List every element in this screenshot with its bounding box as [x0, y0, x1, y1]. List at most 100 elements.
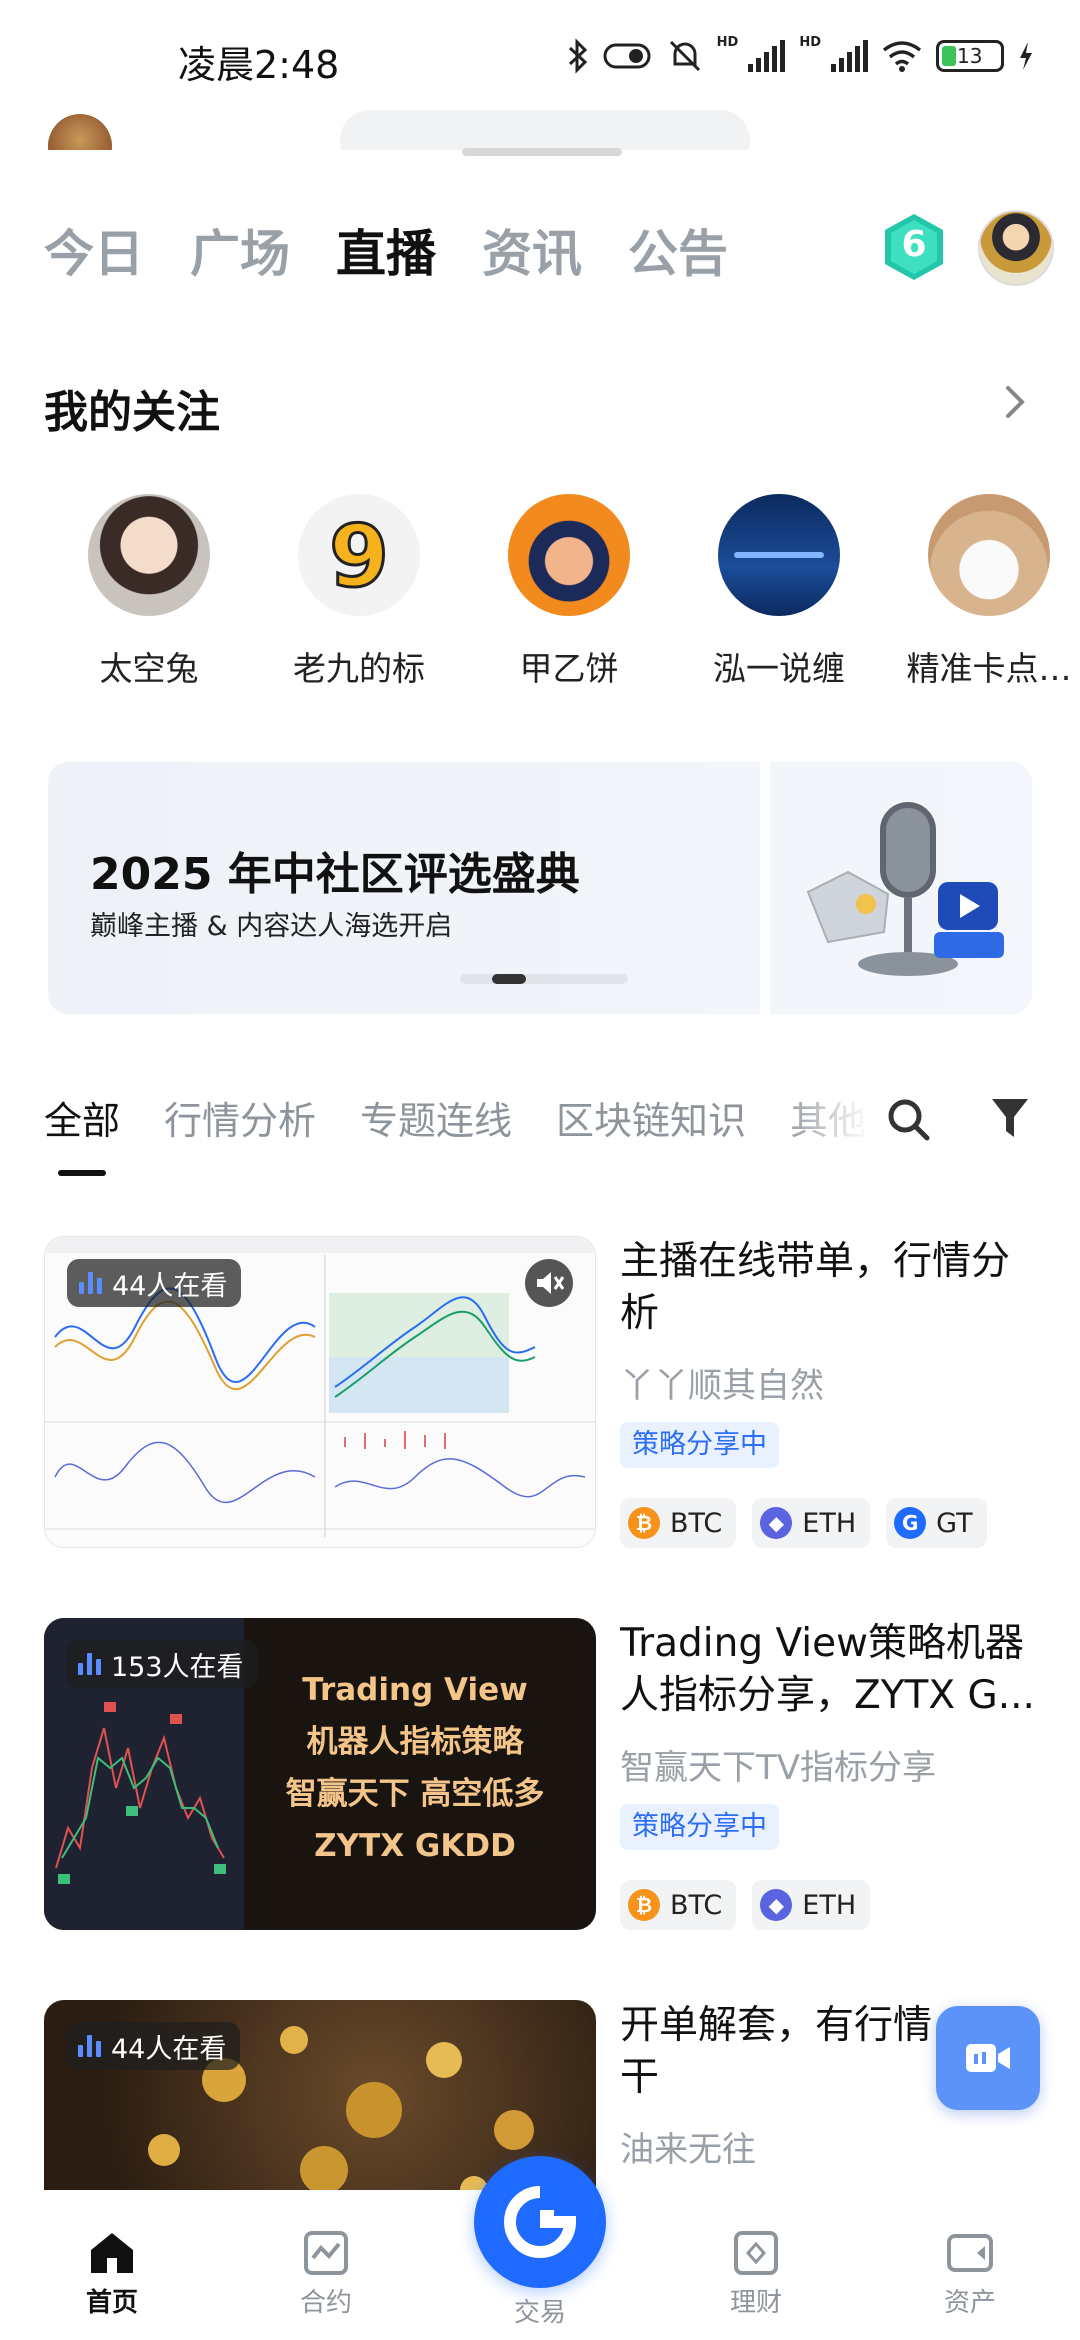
signal-icon-1: [748, 40, 786, 72]
charging-icon: [1020, 42, 1032, 70]
banner-subtitle: 巅峰主播 & 内容达人海选开启: [90, 911, 453, 942]
bluetooth-icon: [568, 38, 587, 74]
nav-home[interactable]: 首页: [42, 2230, 182, 2319]
nav-assets-label: 资产: [943, 2288, 996, 2318]
tab-live[interactable]: 直播: [336, 214, 436, 286]
coin-tag-eth[interactable]: ◆ ETH: [752, 1880, 871, 1930]
coin-tags: ₿ BTC ◆ ETH: [620, 1880, 871, 1930]
sheet-drag-handle[interactable]: [462, 148, 622, 156]
top-tabs: 今日 广场 直播 资讯 公告: [44, 214, 728, 286]
category-tab-all[interactable]: 全部: [44, 1090, 120, 1145]
number-nine-logo-icon: 9: [328, 510, 391, 600]
following-user-name: 甲乙饼: [519, 649, 619, 688]
nav-assets[interactable]: 资产: [900, 2230, 1040, 2319]
tab-square[interactable]: 广场: [190, 214, 290, 286]
coin-tags: ₿ BTC ◆ ETH G GT: [620, 1498, 987, 1548]
svg-text:9: 9: [329, 510, 389, 600]
nav-trade-button[interactable]: [474, 2156, 606, 2288]
live-stream-card[interactable]: Trading View 机器人指标策略 智赢天下 高空低多 ZYTX GKDD…: [44, 1618, 1036, 1938]
futures-chart-icon: [304, 2231, 348, 2275]
btc-icon: ₿: [628, 1507, 660, 1539]
signal-icon-2: [831, 40, 868, 72]
thumbnail-caption: Trading View 机器人指标策略 智赢天下 高空低多 ZYTX GKDD: [250, 1664, 580, 1872]
promo-banner[interactable]: 2025 年中社区评选盛典 巅峰主播 & 内容达人海选开启: [48, 762, 1032, 1014]
thumbnail-line: 机器人指标策略: [306, 1724, 524, 1760]
nav-futures-label: 合约: [299, 2288, 352, 2318]
category-tab-market-analysis[interactable]: 行情分析: [164, 1090, 316, 1145]
avatar: 9: [298, 494, 420, 616]
following-user-name: 泓一说缠: [713, 649, 845, 688]
tab-announcements[interactable]: 公告: [628, 214, 728, 286]
gate-logo-icon: [504, 2186, 577, 2258]
peek-search-bar: [340, 110, 750, 150]
tab-news[interactable]: 资讯: [482, 214, 582, 286]
wifi-icon: [882, 41, 922, 72]
search-icon[interactable]: [884, 1095, 932, 1143]
avatar: [718, 494, 840, 616]
coin-tag-btc[interactable]: ₿ BTC: [620, 1880, 737, 1930]
start-live-button[interactable]: [936, 2006, 1040, 2110]
following-user-name: 太空兔: [99, 649, 199, 688]
viewer-count: 44人在看: [112, 1270, 228, 1302]
following-user[interactable]: 太空兔: [44, 494, 254, 690]
live-bars-icon: [79, 1272, 102, 1294]
following-title: 我的关注: [44, 387, 220, 438]
following-user-name: 精准卡点…: [906, 649, 1072, 688]
wallet-icon: [947, 2234, 993, 2272]
level-badge[interactable]: 6: [882, 212, 946, 282]
following-user[interactable]: 9 老九的标: [254, 494, 464, 690]
following-user[interactable]: 甲乙饼: [464, 494, 674, 690]
tab-today[interactable]: 今日: [44, 214, 144, 286]
battery-icon: 13: [936, 40, 1004, 72]
thumbnail-line: 智赢天下 高空低多: [285, 1776, 545, 1812]
avatar: [88, 494, 210, 616]
user-avatar[interactable]: [978, 210, 1054, 286]
thumbnail-line: ZYTX GKDD: [314, 1828, 516, 1864]
key-icon: [603, 43, 651, 69]
stream-author[interactable]: 丫丫顺其自然: [620, 1358, 824, 1407]
following-user[interactable]: 泓一说缠: [674, 494, 884, 690]
coin-symbol: GT: [936, 1507, 973, 1539]
coin-symbol: BTC: [670, 1507, 723, 1539]
banner-divider: [760, 762, 770, 1014]
speaker-muted-icon: [537, 1272, 565, 1294]
following-user[interactable]: 精准卡点…: [884, 494, 1080, 690]
banner-title: 2025 年中社区评选盛典: [90, 849, 580, 900]
coin-tag-eth[interactable]: ◆ ETH: [752, 1498, 871, 1548]
eth-icon: ◆: [760, 1889, 793, 1921]
nav-futures[interactable]: 合约: [256, 2230, 396, 2319]
stream-title[interactable]: 开单解套，有行情干: [620, 2000, 940, 2104]
category-tab-topic-connect[interactable]: 专题连线: [360, 1090, 512, 1145]
stream-author[interactable]: 智赢天下TV指标分享: [620, 1740, 936, 1789]
live-bars-icon: [78, 1653, 101, 1675]
filter-icon[interactable]: [990, 1095, 1030, 1143]
nav-earn[interactable]: 理财: [686, 2230, 826, 2319]
coin-tag-btc[interactable]: ₿ BTC: [620, 1498, 737, 1548]
coin-symbol: ETH: [802, 1507, 857, 1539]
stream-title[interactable]: Trading View策略机器人指标分享，ZYTX G...: [620, 1618, 1040, 1722]
viewer-count: 44人在看: [111, 2033, 227, 2065]
viewer-count-badge: 153人在看: [66, 1640, 258, 1688]
following-list: 太空兔 9 老九的标 甲乙饼 泓一说缠 精准卡点…: [44, 494, 1080, 690]
coin-tag-gt[interactable]: G GT: [886, 1498, 987, 1548]
microphone-trophy-icon: [806, 802, 1004, 976]
live-stream-card[interactable]: 44人在看 主播在线带单，行情分析 丫丫顺其自然 策略分享中 ₿ BTC ◆ ETH…: [44, 1236, 1036, 1556]
nav-earn-label: 理财: [729, 2288, 782, 2318]
following-user-name: 老九的标: [293, 649, 425, 688]
hd-label-1: HD: [716, 34, 739, 50]
stream-title[interactable]: 主播在线带单，行情分析: [620, 1236, 1040, 1340]
btc-icon: ₿: [628, 1889, 660, 1921]
chevron-right-icon[interactable]: [1000, 382, 1030, 422]
coin-symbol: ETH: [802, 1889, 857, 1921]
battery-level: 13: [957, 44, 983, 68]
category-tab-blockchain[interactable]: 区块链知识: [556, 1090, 746, 1145]
mute-button[interactable]: [525, 1259, 573, 1307]
stream-thumbnail[interactable]: Trading View 机器人指标策略 智赢天下 高空低多 ZYTX GKDD…: [44, 1618, 596, 1930]
category-tabs: 全部 行情分析 专题连线 区块链知识 其他: [44, 1090, 866, 1145]
live-bars-icon: [78, 2035, 101, 2057]
stream-thumbnail[interactable]: 44人在看: [44, 1236, 596, 1548]
stream-status-tag: 策略分享中: [620, 1804, 779, 1850]
home-icon: [91, 2233, 133, 2273]
hd-label-2: HD: [799, 34, 821, 50]
stream-author[interactable]: 油来无往: [620, 2122, 756, 2171]
